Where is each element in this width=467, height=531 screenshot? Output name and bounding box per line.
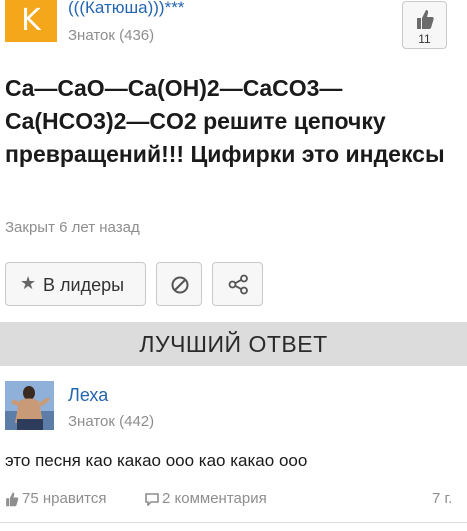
answer-likes-link[interactable]: 75 нравится — [22, 490, 107, 507]
thumbs-up-icon — [417, 10, 434, 29]
to-leaders-button[interactable]: ★ В лидеры — [5, 262, 146, 306]
block-icon — [171, 276, 189, 294]
like-button[interactable]: 11 — [402, 1, 447, 49]
answer-text: это песня као какао ооо као какао ооо — [5, 451, 308, 470]
answer-author-name-link[interactable]: Леха — [68, 385, 108, 406]
like-count: 11 — [418, 32, 431, 46]
thumbs-up-icon — [6, 492, 19, 507]
star-icon: ★ — [20, 273, 37, 293]
answer-author-rank: Знаток (442) — [68, 413, 155, 430]
author-name-link[interactable]: (((Катюша)))*** — [68, 0, 184, 16]
best-answer-header: ЛУЧШИЙ ОТВЕТ — [0, 322, 467, 366]
question-status: Закрыт 6 лет назад — [5, 219, 140, 236]
question-title: Ca—CaO—Ca(OH)2—CaCO3—Ca(HCO3)2—CO2 решит… — [5, 75, 445, 167]
comment-icon — [145, 493, 159, 506]
divider — [0, 522, 467, 523]
answer-author-avatar[interactable] — [5, 381, 54, 430]
author-avatar[interactable]: K — [5, 0, 57, 42]
share-icon — [228, 274, 248, 295]
share-button[interactable] — [212, 262, 263, 306]
report-button[interactable] — [156, 262, 202, 306]
answer-comments-link[interactable]: 2 комментария — [162, 490, 267, 507]
author-rank: Знаток (436) — [68, 27, 155, 44]
to-leaders-label: В лидеры — [43, 275, 125, 295]
answer-timestamp: 7 г. — [432, 490, 453, 507]
